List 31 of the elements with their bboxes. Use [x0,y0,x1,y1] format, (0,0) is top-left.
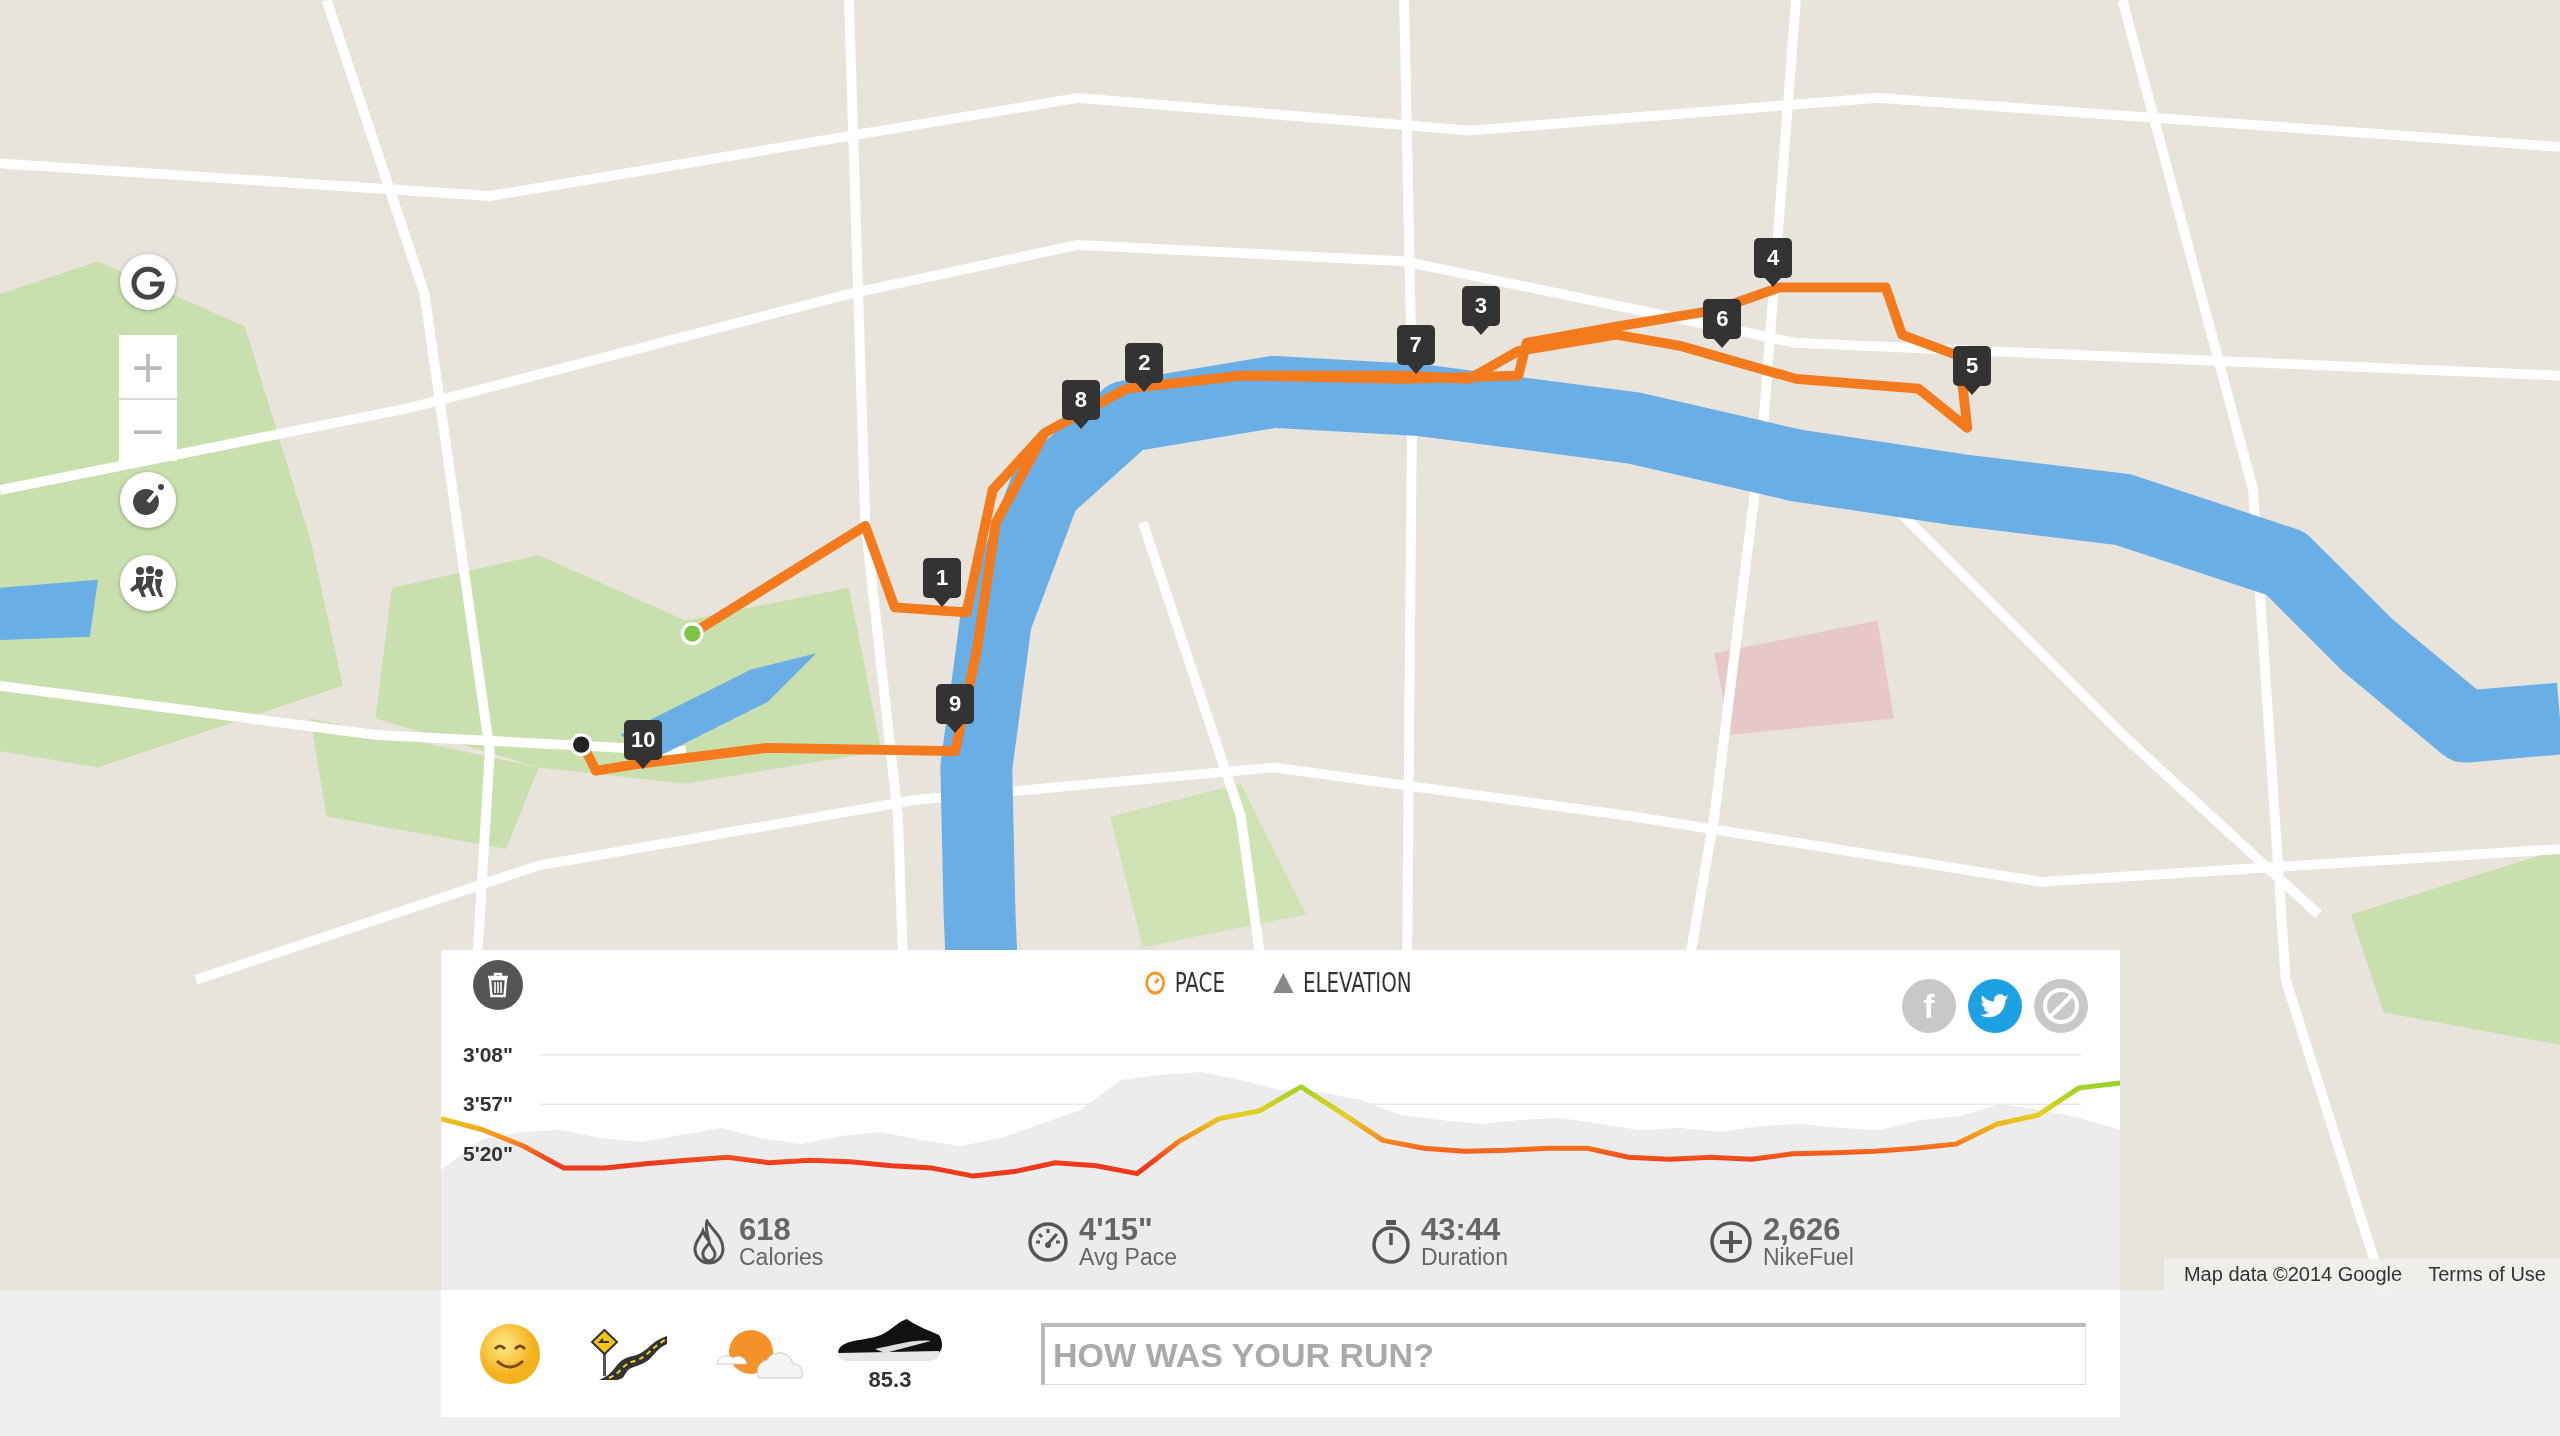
legend-label: ELEVATION [1302,968,1412,998]
refresh-icon [130,264,166,300]
map-attribution: Map data ©2014 Google [2183,1263,2403,1286]
stat-label: Calories [739,1244,824,1270]
axis-tick-label: 5'20" [463,1141,513,1165]
no-entry-icon [2041,986,2081,1026]
terms-link[interactable]: Terms of Use [2428,1263,2546,1286]
axis-tick-label: 3'08" [463,1042,513,1066]
triangle-icon [1272,972,1295,994]
comment-field[interactable]: HOW WAS YOUR RUN? [1041,1322,2086,1385]
stat-value: 43:44 [1421,1213,1502,1245]
stat-value: 2,626 [1763,1213,1842,1245]
gauge-icon [1027,1220,1069,1263]
trash-icon [486,972,510,998]
legend-label: PACE [1174,968,1225,998]
stopwatch-icon [1371,1218,1411,1265]
stat-label: Avg Pace [1079,1244,1178,1270]
axis-tick-label: 3'57" [463,1092,513,1116]
stat-value: 4'15" [1079,1213,1154,1245]
bird-icon [1980,993,2010,1019]
finish-dot [569,733,593,757]
stat-label: NikeFuel [1763,1244,1854,1270]
start-dot [680,622,704,645]
twitter-button[interactable] [1968,979,2022,1033]
stat-value: 618 [739,1213,792,1245]
compass-icon [130,482,166,518]
stopwatch-icon [1144,970,1167,996]
stat-label: Duration [1421,1244,1508,1270]
delete-button[interactable] [473,960,523,1010]
shoe-distance: 85.3 [868,1366,912,1393]
plus-circle-icon [1709,1219,1753,1264]
